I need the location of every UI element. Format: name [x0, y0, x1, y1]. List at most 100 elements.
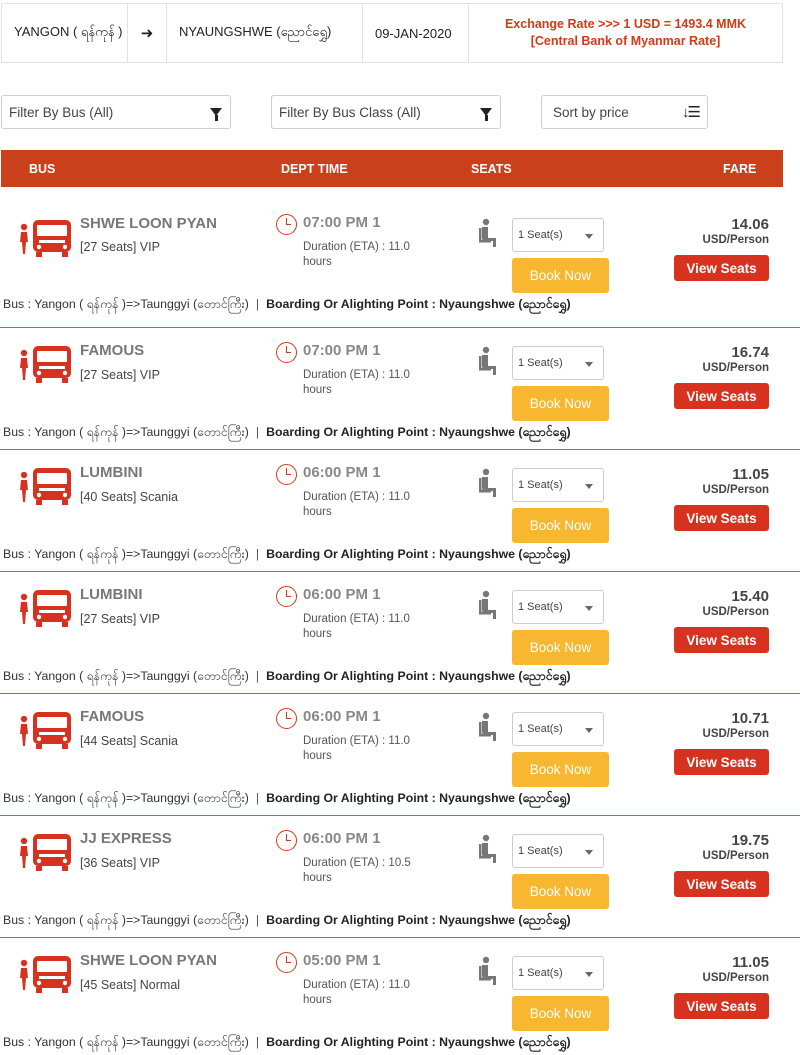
bus-passenger-icon	[20, 712, 71, 749]
bus-route-text: Bus : Yangon ( ရန်ကုန် )=>Taunggyi (တောင…	[3, 425, 249, 439]
book-now-button[interactable]: Book Now	[512, 630, 609, 665]
exchange-rate-info: Exchange Rate >>> 1 USD = 1493.4 MMK [Ce…	[469, 4, 782, 62]
boarding-point-text: Boarding Or Alighting Point : Nyaungshwe…	[266, 425, 571, 439]
departure-time: 07:00 PM 1	[303, 214, 381, 231]
duration-eta: Duration (ETA) : 11.0 hours	[303, 241, 410, 268]
trip-row: JJ EXPRESS [36 Seats] VIP 06:00 PM 1 Dur…	[0, 816, 800, 938]
view-seats-button[interactable]: View Seats	[674, 871, 769, 897]
clock-icon	[276, 342, 297, 363]
bus-passenger-icon	[20, 956, 71, 993]
view-seats-button[interactable]: View Seats	[674, 255, 769, 281]
seat-icon	[479, 346, 496, 375]
boarding-point-text: Boarding Or Alighting Point : Nyaungshwe…	[266, 913, 571, 927]
boarding-point-text: Boarding Or Alighting Point : Nyaungshwe…	[266, 1035, 571, 1049]
filter-by-bus-select[interactable]: Filter By Bus (All)	[1, 95, 231, 129]
route-info-line: Bus : Yangon ( ရန်ကုန် )=>Taunggyi (တောင…	[3, 669, 571, 687]
book-now-button[interactable]: Book Now	[512, 508, 609, 543]
book-now-button[interactable]: Book Now	[512, 874, 609, 909]
operator-name: LUMBINI	[80, 464, 143, 481]
separator: |	[255, 425, 260, 439]
duration-eta: Duration (ETA) : 11.0 hours	[303, 369, 410, 396]
view-seats-button[interactable]: View Seats	[674, 993, 769, 1019]
departure-time: 05:00 PM 1	[303, 952, 381, 969]
book-now-button[interactable]: Book Now	[512, 386, 609, 421]
view-seats-button[interactable]: View Seats	[674, 749, 769, 775]
route-summary-bar: YANGON ( ရန်ကုန် ) ➜ NYAUNGSHWE (ညောင်ရွ…	[1, 3, 783, 63]
departure-time: 07:00 PM 1	[303, 342, 381, 359]
seat-count-select[interactable]: 1 Seat(s)	[512, 468, 604, 502]
sort-descending-icon: ↓☰	[682, 104, 701, 121]
bus-passenger-icon	[20, 834, 71, 871]
seat-icon	[479, 956, 496, 985]
seat-count-select[interactable]: 1 Seat(s)	[512, 590, 604, 624]
funnel-icon	[210, 108, 222, 121]
fare-unit: USD/Person	[702, 234, 769, 246]
bus-passenger-icon	[20, 220, 71, 257]
filter-by-bus-class-select[interactable]: Filter By Bus Class (All)	[271, 95, 501, 129]
seat-icon	[479, 590, 496, 619]
seat-icon	[479, 834, 496, 863]
chevron-down-icon	[585, 484, 593, 489]
header-seats: SEATS	[471, 162, 512, 176]
fare-unit: USD/Person	[702, 606, 769, 618]
trip-row: FAMOUS [27 Seats] VIP 07:00 PM 1 Duratio…	[0, 328, 800, 450]
route-info-line: Bus : Yangon ( ရန်ကုန် )=>Taunggyi (တောင…	[3, 547, 571, 565]
book-now-button[interactable]: Book Now	[512, 996, 609, 1031]
view-seats-button[interactable]: View Seats	[674, 383, 769, 409]
fare-unit: USD/Person	[702, 362, 769, 374]
seat-count-select[interactable]: 1 Seat(s)	[512, 218, 604, 252]
seat-count-select[interactable]: 1 Seat(s)	[512, 712, 604, 746]
chevron-down-icon	[585, 234, 593, 239]
fare-unit: USD/Person	[702, 850, 769, 862]
bus-route-text: Bus : Yangon ( ရန်ကုန် )=>Taunggyi (တောင…	[3, 669, 249, 683]
clock-icon	[276, 830, 297, 851]
sort-by-price-label: Sort by price	[553, 104, 629, 120]
bus-class-info: [27 Seats] VIP	[80, 240, 160, 254]
header-fare: FARE	[723, 162, 757, 176]
seat-count-value: 1 Seat(s)	[518, 723, 563, 735]
chevron-down-icon	[585, 606, 593, 611]
book-now-button[interactable]: Book Now	[512, 258, 609, 293]
fare-amount: 19.75	[731, 832, 769, 849]
operator-name: LUMBINI	[80, 586, 143, 603]
operator-name: SHWE LOON PYAN	[80, 952, 217, 969]
exchange-rate-source: [Central Bank of Myanmar Rate]	[530, 34, 721, 48]
trip-row: LUMBINI [27 Seats] VIP 06:00 PM 1 Durati…	[0, 572, 800, 694]
filter-by-bus-class-label: Filter By Bus Class (All)	[279, 104, 421, 120]
boarding-point-text: Boarding Or Alighting Point : Nyaungshwe…	[266, 669, 571, 683]
bus-route-text: Bus : Yangon ( ရန်ကုန် )=>Taunggyi (တောင…	[3, 913, 249, 927]
trip-row: LUMBINI [40 Seats] Scania 06:00 PM 1 Dur…	[0, 450, 800, 572]
duration-eta: Duration (ETA) : 11.0 hours	[303, 613, 410, 640]
bus-route-text: Bus : Yangon ( ရန်ကုန် )=>Taunggyi (တောင…	[3, 297, 249, 311]
seat-count-select[interactable]: 1 Seat(s)	[512, 956, 604, 990]
fare-amount: 16.74	[731, 344, 769, 361]
clock-icon	[276, 464, 297, 485]
travel-date: 09-JAN-2020	[363, 4, 469, 62]
bus-route-text: Bus : Yangon ( ရန်ကုန် )=>Taunggyi (တောင…	[3, 1035, 249, 1049]
duration-eta: Duration (ETA) : 11.0 hours	[303, 979, 410, 1006]
seat-count-value: 1 Seat(s)	[518, 845, 563, 857]
book-now-button[interactable]: Book Now	[512, 752, 609, 787]
operator-name: FAMOUS	[80, 342, 145, 359]
bus-class-info: [40 Seats] Scania	[80, 490, 178, 504]
bus-class-info: [44 Seats] Scania	[80, 734, 178, 748]
sort-by-price-select[interactable]: Sort by price ↓☰	[541, 95, 708, 129]
view-seats-button[interactable]: View Seats	[674, 627, 769, 653]
bus-passenger-icon	[20, 590, 71, 627]
bus-route-text: Bus : Yangon ( ရန်ကုန် )=>Taunggyi (တောင…	[3, 547, 249, 561]
boarding-point-text: Boarding Or Alighting Point : Nyaungshwe…	[266, 791, 571, 805]
duration-eta: Duration (ETA) : 11.0 hours	[303, 491, 410, 518]
view-seats-button[interactable]: View Seats	[674, 505, 769, 531]
seat-count-select[interactable]: 1 Seat(s)	[512, 834, 604, 868]
separator: |	[255, 1035, 260, 1049]
seat-count-value: 1 Seat(s)	[518, 229, 563, 241]
operator-name: FAMOUS	[80, 708, 145, 725]
filter-by-bus-label: Filter By Bus (All)	[9, 104, 114, 120]
route-info-line: Bus : Yangon ( ရန်ကုန် )=>Taunggyi (တောင…	[3, 1035, 571, 1053]
route-info-line: Bus : Yangon ( ရန်ကုန် )=>Taunggyi (တောင…	[3, 425, 571, 443]
destination-city: NYAUNGSHWE (ညောင်ရွှေ)	[167, 4, 363, 62]
chevron-down-icon	[585, 362, 593, 367]
seat-count-select[interactable]: 1 Seat(s)	[512, 346, 604, 380]
separator: |	[255, 669, 260, 683]
fare-unit: USD/Person	[702, 972, 769, 984]
